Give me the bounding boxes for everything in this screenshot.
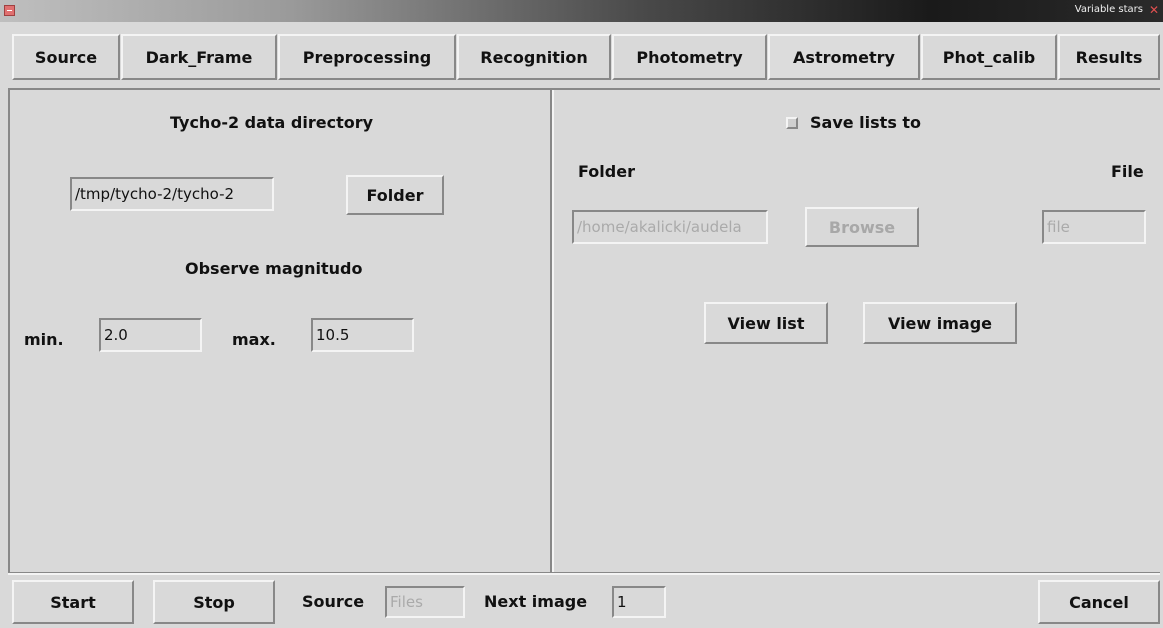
- panel-divider: [550, 90, 554, 572]
- tab-source[interactable]: Source: [12, 34, 120, 80]
- bottom-separator: [8, 572, 1160, 575]
- tycho-heading: Tycho-2 data directory: [170, 113, 374, 132]
- max-magnitude-input[interactable]: 10.5: [311, 318, 414, 352]
- title-bar: Variable stars ✕: [0, 0, 1163, 22]
- cancel-button[interactable]: Cancel: [1038, 580, 1160, 624]
- tab-phot-calib[interactable]: Phot_calib: [921, 34, 1057, 80]
- window-menu-icon[interactable]: [4, 5, 15, 16]
- min-label: min.: [24, 330, 64, 349]
- source-label: Source: [302, 592, 365, 611]
- save-lists-checkbox[interactable]: [786, 117, 798, 129]
- tab-preprocessing[interactable]: Preprocessing: [278, 34, 456, 80]
- tab-results[interactable]: Results: [1058, 34, 1160, 80]
- tycho-path-input[interactable]: /tmp/tycho-2/tycho-2: [70, 177, 274, 211]
- tab-photometry[interactable]: Photometry: [612, 34, 767, 80]
- view-image-button[interactable]: View image: [863, 302, 1017, 344]
- tab-astrometry[interactable]: Astrometry: [768, 34, 920, 80]
- next-image-field[interactable]: 1: [612, 586, 666, 618]
- view-list-button[interactable]: View list: [704, 302, 828, 344]
- min-magnitude-input[interactable]: 2.0: [99, 318, 202, 352]
- magnitude-heading: Observe magnitudo: [185, 259, 363, 278]
- stop-button[interactable]: Stop: [153, 580, 275, 624]
- source-value-field: Files: [385, 586, 465, 618]
- close-icon[interactable]: ✕: [1149, 3, 1159, 17]
- max-label: max.: [232, 330, 276, 349]
- save-folder-input[interactable]: /home/akalicki/audela: [572, 210, 768, 244]
- save-lists-label: Save lists to: [810, 113, 922, 132]
- folder-button[interactable]: Folder: [346, 175, 444, 215]
- start-button[interactable]: Start: [12, 580, 134, 624]
- file-label: File: [1111, 162, 1144, 181]
- save-file-input[interactable]: file: [1042, 210, 1146, 244]
- browse-button[interactable]: Browse: [805, 207, 919, 247]
- tab-dark-frame[interactable]: Dark_Frame: [121, 34, 277, 80]
- folder-label: Folder: [578, 162, 635, 181]
- next-image-label: Next image: [484, 592, 588, 611]
- main-window: Variable stars ✕ Source Dark_Frame Prepr…: [0, 0, 1163, 628]
- window-title: Variable stars: [1074, 4, 1143, 15]
- tab-recognition[interactable]: Recognition: [457, 34, 611, 80]
